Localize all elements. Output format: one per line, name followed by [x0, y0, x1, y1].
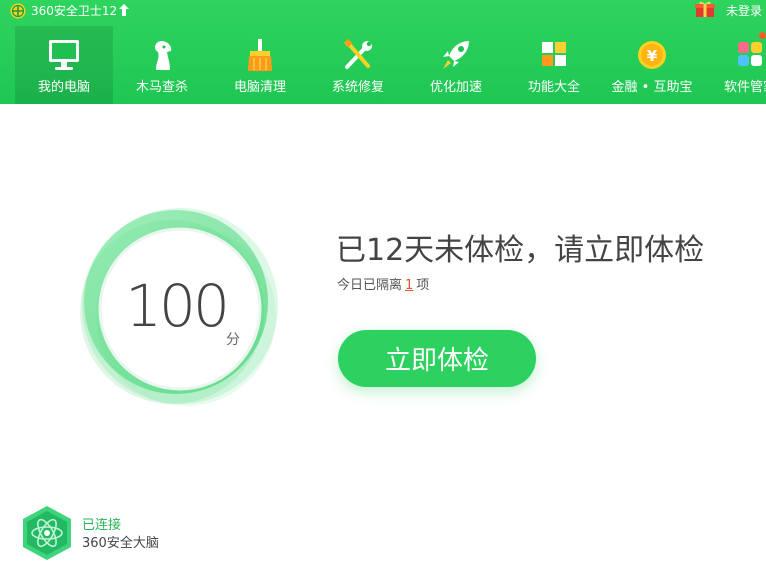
score-unit: 分	[226, 332, 240, 348]
tab-finance[interactable]: ¥ 金融 • 互助宝	[603, 26, 701, 104]
login-link[interactable]: 未登录	[726, 3, 762, 19]
tab-software-manager[interactable]: 软件管家	[701, 26, 766, 104]
health-score-dial: 100 分	[76, 206, 282, 412]
tab-label: 优化加速	[429, 80, 482, 95]
isolation-suffix: 项	[416, 278, 430, 293]
wrench-screwdriver-icon	[344, 39, 372, 69]
trojan-horse-icon	[154, 40, 172, 70]
start-checkup-button[interactable]: 立即体检	[338, 330, 536, 387]
tab-label: 我的电脑	[37, 80, 90, 95]
health-score-value: 100	[125, 272, 230, 340]
tab-my-computer[interactable]: 我的电脑	[15, 26, 113, 104]
upgrade-arrow-icon[interactable]	[118, 3, 130, 17]
rocket-icon	[443, 41, 469, 69]
software-manager-icon	[738, 42, 762, 66]
monitor-icon	[49, 40, 79, 70]
checkup-headline: 已12天未体检，请立即体检	[336, 233, 705, 268]
isolated-count-link[interactable]: 1	[405, 278, 413, 293]
brain-name: 360安全大脑	[82, 536, 159, 551]
grid-apps-icon	[542, 42, 566, 66]
app-title: 360安全卫士12	[31, 4, 118, 18]
tab-trojan-scan[interactable]: 木马查杀	[113, 26, 211, 104]
gift-icon[interactable]	[694, 0, 716, 18]
isolation-summary: 今日已隔离 1 项	[337, 277, 429, 295]
tab-system-repair[interactable]: 系统修复	[309, 26, 407, 104]
tab-label: 木马查杀	[135, 80, 188, 95]
connection-status: 已连接	[82, 518, 122, 533]
tab-label: 电脑清理	[233, 80, 286, 95]
top-navigation-bar: 360安全卫士12 未登录 我的电脑 木马查杀 电脑清理 系统修复 优化加速 功…	[0, 0, 766, 104]
tab-optimize-speedup[interactable]: 优化加速	[407, 26, 505, 104]
tab-label: 系统修复	[331, 80, 384, 95]
360-logo-icon	[10, 3, 26, 19]
notification-dot	[759, 32, 766, 39]
tab-all-features[interactable]: 功能大全	[505, 26, 603, 104]
security-brain-icon[interactable]	[20, 504, 74, 562]
tab-label: 功能大全	[527, 80, 580, 95]
title-bar: 360安全卫士12 未登录	[0, 0, 766, 22]
tab-label: 金融 • 互助宝	[611, 80, 693, 95]
yuan-coin-icon: ¥	[638, 41, 666, 69]
broom-icon	[248, 39, 272, 71]
isolation-prefix: 今日已隔离	[337, 278, 403, 293]
tab-label: 软件管家	[723, 80, 766, 95]
svg-text:¥: ¥	[647, 47, 658, 65]
tab-computer-cleanup[interactable]: 电脑清理	[211, 26, 309, 104]
